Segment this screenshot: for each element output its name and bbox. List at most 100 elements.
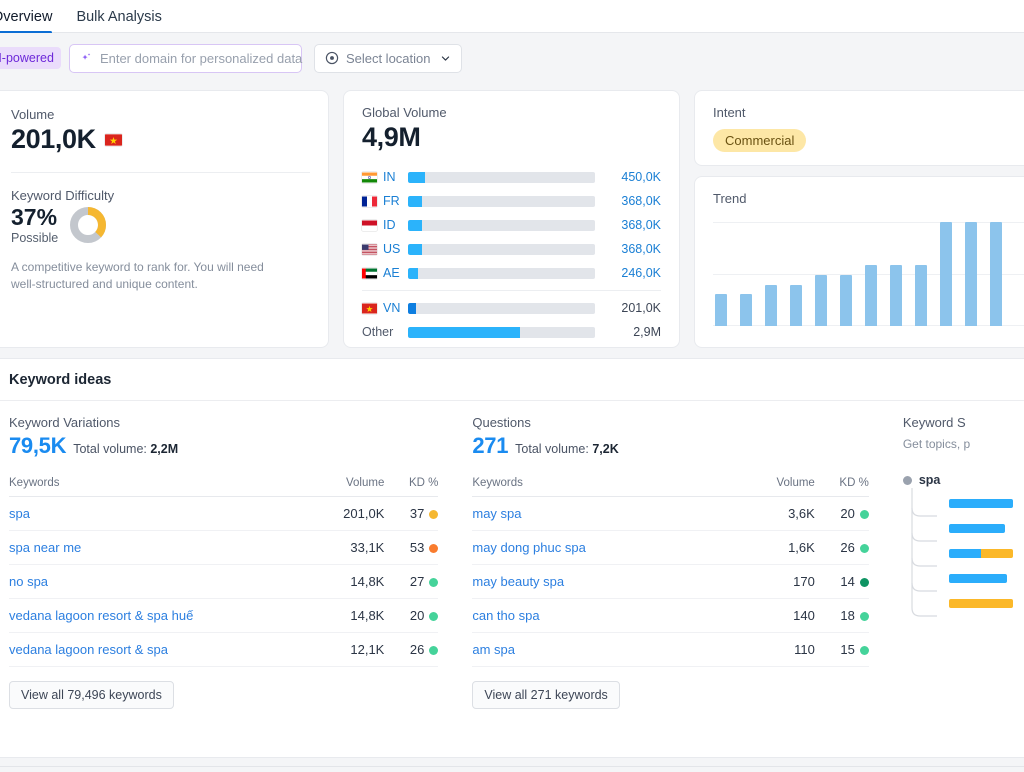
keyword-link[interactable]: am spa [472,632,741,667]
country-volume-value: 2,9M [633,325,661,339]
view-all-questions-button[interactable]: View all 271 keywords [472,681,620,709]
country-volume-fill [408,243,423,255]
global-volume-value: 4,9M [362,122,421,152]
keyword-link[interactable]: vedana lagoon resort & spa [9,632,311,667]
keyword-volume: 201,0K [310,496,385,531]
domain-input[interactable]: Enter domain for personalized data [68,43,303,73]
keyword-link[interactable]: can tho spa [472,598,741,633]
table-row[interactable]: may dong phuc spa 1,6K 26 [472,530,869,565]
trend-card: Trend [694,176,1024,348]
table-row[interactable]: can tho spa 140 18 [472,598,869,633]
column-header-keywords[interactable]: Keywords [9,477,311,497]
trend-label: Trend [713,191,747,206]
country-volume-value: 368,0K [621,218,661,232]
keyword-overview-page: Overview Bulk Analysis AI-powered Enter … [0,0,1024,772]
total-volume-label: Total volume: [515,442,589,456]
keyword-kd: 37 [384,496,439,531]
kd-description: A competitive keyword to rank for. You w… [11,260,264,292]
page-bottom-divider [0,766,1024,767]
table-row[interactable]: spa near me 33,1K 53 [9,530,439,565]
total-volume-value: 7,2K [592,442,619,456]
country-cell: VN [362,301,408,315]
keyword-link[interactable]: vedana lagoon resort & spa huế [9,598,311,633]
country-code: ID [383,218,396,232]
country-code: Other [362,325,394,339]
column-header-keywords[interactable]: Keywords [472,477,741,497]
table-row[interactable]: vedana lagoon resort & spa 12,1K 26 [9,632,439,667]
column-header-volume[interactable]: Volume [310,477,385,497]
kd-donut-chart [70,207,107,243]
kd-text-group: 37% Possible [11,205,58,244]
volume-label: Volume [11,107,55,122]
global-volume-row[interactable]: IN 450,0K [362,165,661,189]
kd-indicator-dot [859,578,869,587]
volume-value-row: 201,0K [11,124,310,155]
trend-bar-group [715,222,1024,326]
global-volume-row[interactable]: ID 368,0K [362,213,661,237]
keyword-kd: 18 [814,598,869,633]
keyword-link[interactable]: spa [9,496,311,531]
global-volume-rows: IN 450,0K FR 368,0K ID 368,0K US 368,0K … [362,165,661,344]
keyword-ideas-columns: Keyword Variations 79,5K Total volume: 2… [0,401,1024,709]
keyword-ideas-header: Keyword ideas [0,359,1024,401]
strategy-bar-segment [948,499,1013,508]
table-row[interactable]: spa 201,0K 37 [9,496,439,531]
global-volume-row[interactable]: FR 368,0K [362,189,661,213]
country-cell: AE [362,266,408,280]
keyword-link[interactable]: spa near me [9,530,311,565]
keyword-link[interactable]: may dong phuc spa [472,530,741,565]
country-code: IN [383,170,396,184]
table-row[interactable]: may beauty spa 170 14 [472,564,869,599]
column-header-volume[interactable]: Volume [740,477,815,497]
keyword-difficulty-row: 37% Possible [11,205,310,245]
kd-percent: 37% [11,204,58,231]
keyword-volume: 33,1K [310,530,385,565]
keyword-link[interactable]: may beauty spa [472,564,741,599]
keyword-volume: 14,8K [310,564,385,599]
view-all-variations-button[interactable]: View all 79,496 keywords [9,681,174,709]
trend-chart [713,222,1024,326]
questions-count: 271 [472,433,509,458]
keyword-variations-count: 79,5K [9,433,67,458]
country-volume-fill [408,195,423,207]
us-flag-icon [362,244,377,255]
kd-indicator-dot [859,612,869,621]
trend-bar [865,264,877,326]
keyword-ideas-title: Keyword ideas [9,371,112,388]
column-header-kd[interactable]: KD % [384,477,439,497]
strategy-bar [948,574,1007,583]
global-volume-row[interactable]: US 368,0K [362,237,661,261]
kd-indicator-dot [429,646,439,655]
questions-table: Keywords Volume KD % may spa 3,6K 20 may do… [472,477,869,667]
questions-summary: 271 Total volume: 7,2K [472,433,868,459]
country-volume-bar [408,219,595,231]
volume-value: 201,0K [11,124,96,154]
keyword-kd: 15 [814,632,869,667]
location-select[interactable]: Select location [313,43,462,73]
keyword-link[interactable]: may spa [472,496,741,531]
intent-badge[interactable]: Commercial [713,129,807,152]
global-volume-row-current[interactable]: VN 201,0K [362,296,661,320]
country-cell: FR [362,194,408,208]
global-volume-row[interactable]: AE 246,0K [362,261,661,285]
strategy-bar-segment [948,574,1007,583]
table-row[interactable]: am spa 110 15 [472,632,869,667]
strategy-bar [948,549,1013,558]
domain-input-placeholder: Enter domain for personalized data [99,50,303,66]
table-row[interactable]: no spa 14,8K 27 [9,564,439,599]
global-volume-row-other: Other 2,9M [362,320,661,344]
tab-bulk-analysis[interactable]: Bulk Analysis [68,9,173,33]
metric-cards: Volume 201,0K Keyword Difficulty 37% Pos… [0,90,1024,348]
column-header-kd[interactable]: KD % [814,477,869,497]
keyword-kd: 27 [384,564,439,599]
keyword-kd: 20 [814,496,869,531]
table-row[interactable]: vedana lagoon resort & spa huế 14,8K 20 [9,598,439,633]
tab-overview[interactable]: Overview [0,9,68,34]
global-volume-label: Global Volume [362,105,447,120]
table-row[interactable]: may spa 3,6K 20 [472,496,869,531]
keyword-strategy-tree: spa View all [902,473,1015,623]
keyword-volume: 170 [740,564,815,599]
keyword-link[interactable]: no spa [9,564,311,599]
country-volume-fill [408,171,426,183]
keyword-strategy-subtitle: Get topics, p [902,437,971,451]
